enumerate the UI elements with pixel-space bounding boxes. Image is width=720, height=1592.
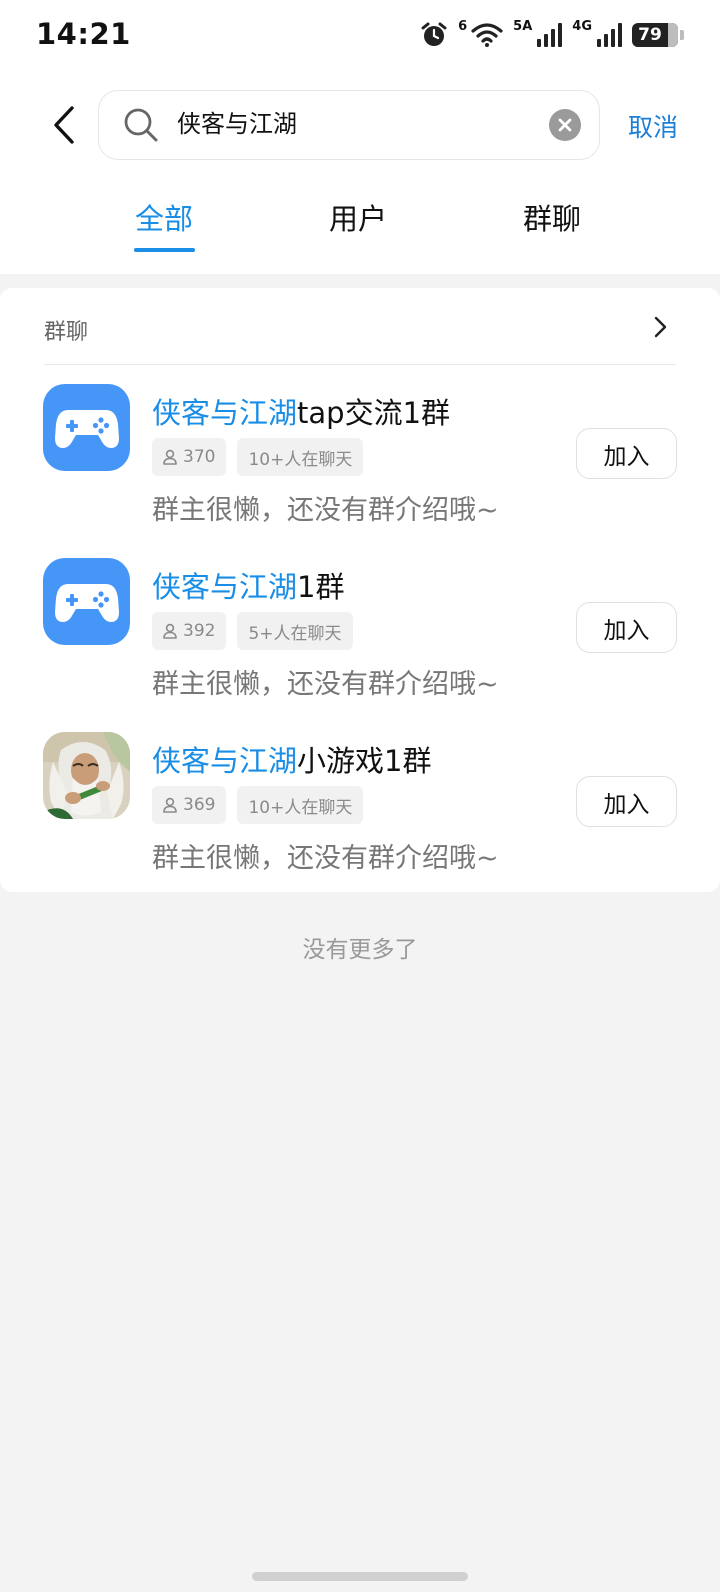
clear-button[interactable] xyxy=(549,109,581,141)
list-item[interactable]: 侠客与江湖tap交流1群 370 10+人在聊天 群主很懒，还没有群介绍哦~ 加… xyxy=(0,384,720,544)
group-results-section: 群聊 侠客与江湖tap交流1群 370 10+人在聊天 群主很懒，还没有群介绍哦… xyxy=(0,288,720,892)
tab-all[interactable]: 全部 xyxy=(104,196,224,238)
group-name: 侠客与江湖小游戏1群 xyxy=(152,738,431,780)
member-count-badge: 369 xyxy=(152,786,227,824)
battery-level: 79 xyxy=(638,25,662,45)
chatting-badge: 10+人在聊天 xyxy=(237,786,364,824)
chevron-left-icon xyxy=(54,106,74,144)
tab-users[interactable]: 用户 xyxy=(298,196,418,238)
list-item[interactable]: 侠客与江湖1群 392 5+人在聊天 群主很懒，还没有群介绍哦~ 加入 xyxy=(0,558,720,718)
status-bar: 14:21 6 5A 4G 79 xyxy=(0,0,720,70)
alarm-icon xyxy=(421,22,447,46)
signal1-label: 5A xyxy=(513,18,533,34)
user-icon xyxy=(163,449,177,465)
wifi-icon xyxy=(471,23,503,47)
group-name-highlight: 侠客与江湖 xyxy=(152,570,298,604)
search-header: 取消 全部 用户 群聊 xyxy=(0,70,720,274)
join-button[interactable]: 加入 xyxy=(576,602,677,653)
group-name: 侠客与江湖1群 xyxy=(152,564,344,606)
member-count-badge: 370 xyxy=(152,438,227,476)
gamepad-icon xyxy=(54,583,119,622)
user-icon xyxy=(163,623,177,639)
signal-icon xyxy=(537,23,563,47)
tab-bar: 全部 用户 群聊 xyxy=(0,196,720,256)
signal2-label: 4G xyxy=(572,18,592,34)
group-description: 群主很懒，还没有群介绍哦~ xyxy=(152,495,499,526)
group-name-rest: 小游戏1群 xyxy=(297,744,432,778)
divider xyxy=(44,364,676,365)
status-icons: 6 5A 4G 79 xyxy=(420,18,684,52)
battery-icon: 79 xyxy=(632,23,684,47)
close-icon xyxy=(558,118,572,132)
group-avatar xyxy=(43,732,130,819)
search-results-page: 14:21 6 5A 4G 79 侠客与江湖 取消 全部 用户 群聊 群聊 侠客… xyxy=(0,0,720,1592)
group-name: 侠客与江湖tap交流1群 xyxy=(152,390,450,432)
group-meta: 392 5+人在聊天 xyxy=(152,612,353,650)
group-name-rest: 1群 xyxy=(297,570,345,604)
signal-icon xyxy=(597,23,622,47)
back-button[interactable] xyxy=(44,100,84,150)
group-avatar xyxy=(43,558,130,645)
group-meta: 369 10+人在聊天 xyxy=(152,786,364,824)
cancel-button[interactable]: 取消 xyxy=(628,108,678,144)
home-indicator[interactable] xyxy=(252,1572,468,1581)
tab-group-chats[interactable]: 群聊 xyxy=(492,196,612,238)
group-name-rest: tap交流1群 xyxy=(297,396,451,430)
group-name-highlight: 侠客与江湖 xyxy=(152,744,298,778)
chevron-right-icon[interactable] xyxy=(654,316,668,338)
group-description: 群主很懒，还没有群介绍哦~ xyxy=(152,843,499,874)
section-title[interactable]: 群聊 xyxy=(44,314,88,346)
member-count-badge: 392 xyxy=(152,612,227,650)
character-illustration xyxy=(43,732,130,819)
join-button[interactable]: 加入 xyxy=(576,428,677,479)
list-item[interactable]: 侠客与江湖小游戏1群 369 10+人在聊天 群主很懒，还没有群介绍哦~ 加入 xyxy=(0,732,720,892)
active-tab-indicator xyxy=(134,248,195,252)
group-description: 群主很懒，还没有群介绍哦~ xyxy=(152,669,499,700)
group-meta: 370 10+人在聊天 xyxy=(152,438,364,476)
chatting-badge: 5+人在聊天 xyxy=(237,612,353,650)
chatting-badge: 10+人在聊天 xyxy=(237,438,364,476)
gamepad-icon xyxy=(54,409,119,448)
no-more-text: 没有更多了 xyxy=(302,937,418,963)
search-box[interactable] xyxy=(98,90,600,160)
group-avatar xyxy=(43,384,130,471)
search-input[interactable] xyxy=(177,91,527,158)
status-time: 14:21 xyxy=(36,17,131,51)
join-button[interactable]: 加入 xyxy=(576,776,677,827)
group-name-highlight: 侠客与江湖 xyxy=(152,396,298,430)
user-icon xyxy=(163,797,177,813)
search-icon xyxy=(124,108,158,142)
wifi-label: 6 xyxy=(458,18,468,34)
